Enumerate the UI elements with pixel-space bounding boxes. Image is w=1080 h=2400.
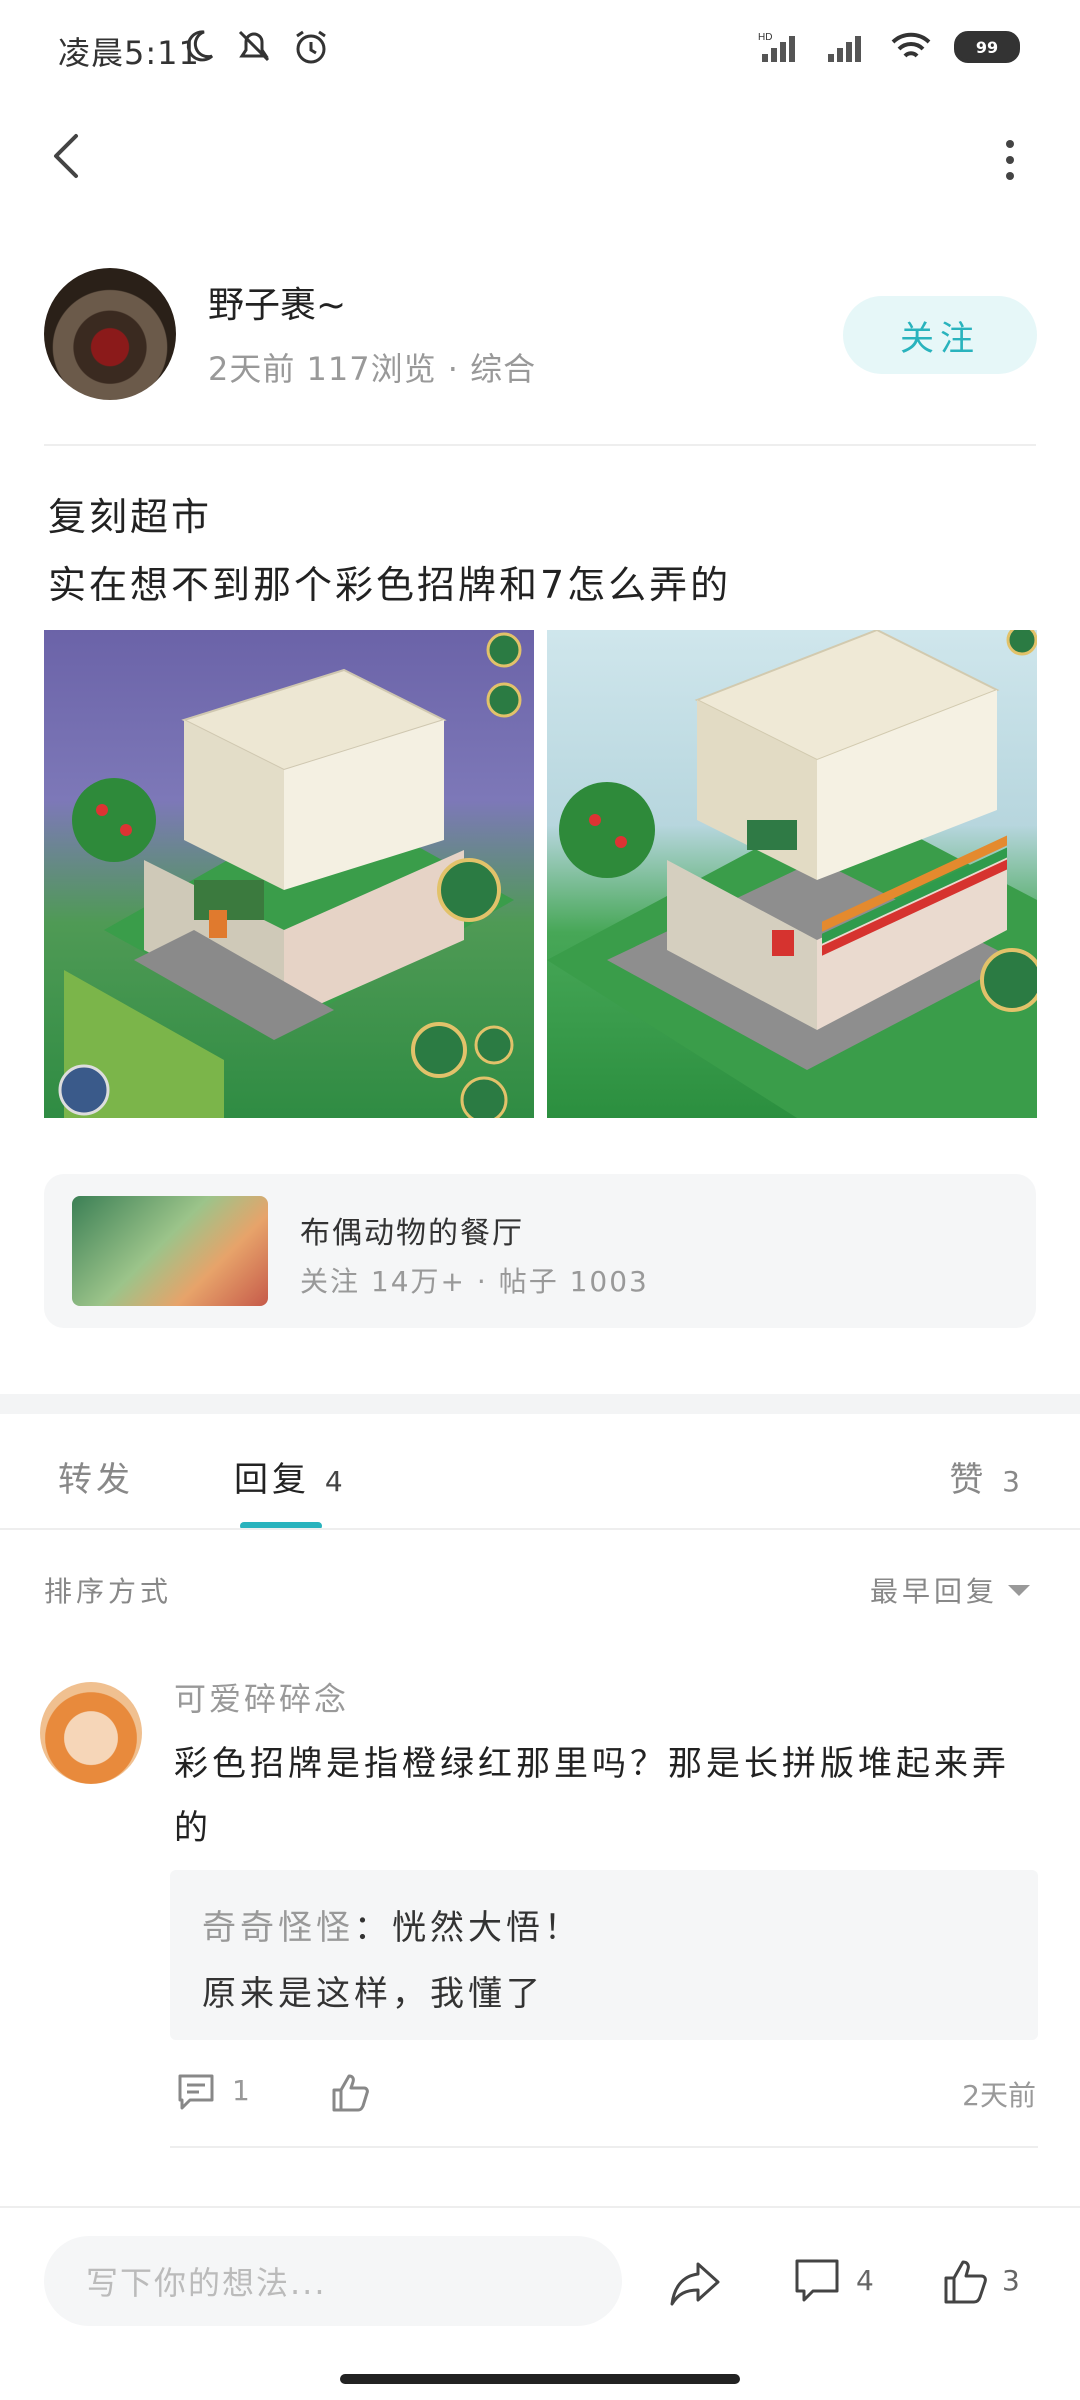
author-avatar[interactable] <box>44 268 176 400</box>
share-button[interactable] <box>668 2256 722 2310</box>
sort-value: 最早回复 <box>869 1575 998 1608</box>
signal-icon <box>828 36 861 62</box>
reply-separator: ： <box>354 1908 392 1948</box>
comment-time: 2天前 <box>962 2079 1036 2112</box>
community-meta: 关注 14万+ · 帖子 1003 <box>300 1265 649 1298</box>
community-name: 布偶动物的餐厅 <box>300 1216 524 1251</box>
building-illustration <box>58 632 522 1118</box>
post-meta: 2天前 117浏览 · 综合 <box>208 350 537 388</box>
post-image-2[interactable] <box>547 630 1037 1118</box>
sort-label: 排序方式 <box>44 1575 173 1608</box>
tab-like-label: 赞 <box>949 1460 988 1500</box>
tab-reply-count: 4 <box>324 1465 347 1498</box>
share-icon <box>670 2262 720 2306</box>
back-button[interactable] <box>40 126 100 186</box>
divider <box>170 2146 1038 2148</box>
comment-count: 4 <box>856 2264 874 2297</box>
status-time: 凌晨5:11 <box>58 34 200 72</box>
comment-input[interactable]: 写下你的想法... <box>44 2236 622 2326</box>
comment-text-continued: 的 <box>174 1808 208 1848</box>
moon-icon <box>186 30 214 62</box>
thumbs-up-icon <box>332 2074 369 2112</box>
reply-text-2: 原来是这样，我懂了 <box>202 1974 544 2014</box>
dot <box>1006 172 1014 180</box>
battery-level: 99 <box>975 37 999 57</box>
tab-reply-label: 回复 <box>234 1460 310 1500</box>
comment-text: 彩色招牌是指橙绿红那里吗？那是长拼版堆起来弄 <box>174 1744 1010 1784</box>
comment-author[interactable]: 可爱碎碎念 <box>174 1674 349 1720</box>
reply-author[interactable]: 奇奇怪怪 <box>202 1908 354 1948</box>
wifi-icon <box>891 32 931 58</box>
more-options-button[interactable] <box>980 130 1040 190</box>
signal-hd-icon: HD <box>758 32 795 62</box>
status-icons-left <box>180 28 330 66</box>
svg-text:HD: HD <box>758 32 772 43</box>
section-separator <box>0 1394 1080 1414</box>
tab-like[interactable]: 赞 3 <box>949 1452 1024 1501</box>
follow-button[interactable]: 关注 <box>843 296 1037 374</box>
tab-like-count: 3 <box>1002 1465 1024 1498</box>
tab-reply[interactable]: 回复 4 <box>234 1452 347 1501</box>
divider <box>0 1528 1080 1530</box>
mute-icon <box>238 30 270 62</box>
divider <box>0 2206 1080 2208</box>
alarm-icon <box>296 30 326 64</box>
battery-icon: 99 <box>954 31 1020 63</box>
post-image-1[interactable] <box>44 630 534 1118</box>
thumbs-up-icon <box>944 2260 987 2304</box>
comment-reply-count: 1 <box>232 2074 250 2107</box>
dot <box>1006 156 1014 164</box>
status-icons-right: HD 99 <box>758 30 1020 64</box>
comment-icon <box>795 2259 839 2302</box>
divider <box>44 444 1036 446</box>
author-name[interactable]: 野子裹~ <box>208 276 346 328</box>
comment-icon <box>178 2074 214 2110</box>
reply-line: 奇奇怪怪：恍然大悟！ <box>202 1900 582 1949</box>
post-body: 实在想不到那个彩色招牌和7怎么弄的 <box>48 563 732 607</box>
dot <box>1006 140 1014 148</box>
caret-down-icon <box>1008 1584 1030 1596</box>
community-thumbnail <box>72 1196 268 1306</box>
post-title: 复刻超市 <box>48 495 213 539</box>
comment-avatar[interactable] <box>40 1682 142 1784</box>
comment-like-button[interactable] <box>328 2070 372 2114</box>
like-button[interactable] <box>942 2256 990 2306</box>
reply-text: 恍然大悟！ <box>392 1908 582 1948</box>
comment-reply-button[interactable] <box>174 2070 218 2114</box>
building-illustration <box>547 630 1037 1118</box>
sort-dropdown[interactable]: 最早回复 <box>870 1570 1030 1610</box>
like-count: 3 <box>1002 2264 1020 2297</box>
comment-button[interactable] <box>794 2256 840 2306</box>
chevron-left-icon <box>54 134 78 178</box>
home-indicator[interactable] <box>340 2374 740 2384</box>
tab-forward[interactable]: 转发 <box>58 1452 134 1501</box>
status-bar: 凌晨5:11 HD 99 <box>0 0 1080 100</box>
